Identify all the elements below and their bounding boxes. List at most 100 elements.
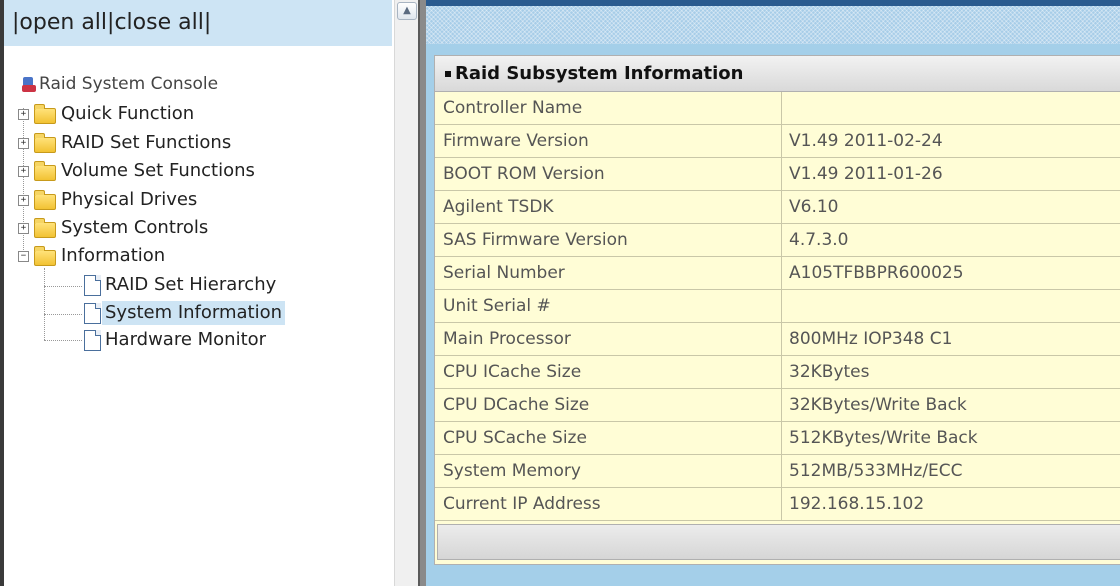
row-value: 4.7.3.0	[789, 230, 849, 250]
close-all-link[interactable]: close all	[114, 10, 203, 35]
tree-folder-volume-set-functions[interactable]: + Volume Set Functions	[18, 159, 258, 183]
frame-edge	[0, 0, 4, 586]
expand-plus-icon[interactable]: +	[18, 109, 29, 120]
row-value: 512KBytes/Write Back	[789, 428, 978, 448]
row-value: 192.168.15.102	[789, 494, 925, 514]
tree-connector	[44, 268, 45, 340]
panel-footer	[437, 524, 1120, 560]
folder-icon	[34, 218, 56, 238]
content-frame: Raid Subsystem Information Controller Na…	[426, 0, 1120, 586]
column-separator	[781, 92, 782, 124]
collapse-minus-icon[interactable]: −	[18, 251, 29, 262]
bullet-icon	[445, 71, 451, 77]
table-row: SAS Firmware Version 4.7.3.0	[435, 224, 1120, 257]
tree-item-raid-set-hierarchy[interactable]: RAID Set Hierarchy	[82, 273, 279, 297]
table-row: CPU DCache Size 32KBytes/Write Back	[435, 389, 1120, 422]
row-value: 32KBytes/Write Back	[789, 395, 967, 415]
raid-console-icon	[22, 77, 36, 93]
row-key: Main Processor	[443, 329, 571, 349]
column-separator	[781, 257, 782, 289]
tree-root[interactable]: Raid System Console	[18, 72, 221, 96]
tree-item-label: System Information	[102, 301, 286, 325]
tree-folder-label: Information	[61, 245, 166, 266]
tree-item-system-information[interactable]: System Information	[82, 301, 286, 325]
raid-subsystem-info-panel: Raid Subsystem Information Controller Na…	[434, 55, 1120, 565]
expand-plus-icon[interactable]: +	[18, 195, 29, 206]
column-separator	[781, 323, 782, 355]
tree-item-hardware-monitor[interactable]: Hardware Monitor	[82, 328, 269, 352]
separator: |	[203, 10, 212, 35]
tree-root-label: Raid System Console	[39, 74, 219, 94]
column-separator	[781, 191, 782, 223]
table-row: BOOT ROM Version V1.49 2011-01-26	[435, 158, 1120, 191]
panel-title-text: Raid Subsystem Information	[455, 63, 744, 84]
table-row: Current IP Address 192.168.15.102	[435, 488, 1120, 521]
tree-folder-label: Physical Drives	[61, 189, 198, 210]
tree-folder-quick-function[interactable]: + Quick Function	[18, 102, 197, 126]
tree-item-label: Hardware Monitor	[105, 329, 267, 350]
table-row: Agilent TSDK V6.10	[435, 191, 1120, 224]
folder-icon	[34, 190, 56, 210]
frame-divider[interactable]	[418, 0, 426, 586]
tree-folder-label: System Controls	[61, 217, 209, 238]
navigation-frame: |open all|close all| ▲ Raid System Conso…	[0, 0, 419, 586]
tree-folder-physical-drives[interactable]: + Physical Drives	[18, 188, 200, 212]
row-value: 800MHz IOP348 C1	[789, 329, 953, 349]
vertical-scrollbar[interactable]: ▲	[394, 0, 419, 586]
tree-connector	[44, 286, 82, 287]
column-separator	[781, 422, 782, 454]
page-icon	[84, 303, 101, 324]
table-row: Serial Number A105TFBBPR600025	[435, 257, 1120, 290]
table-row: Main Processor 800MHz IOP348 C1	[435, 323, 1120, 356]
column-separator	[781, 224, 782, 256]
row-key: CPU DCache Size	[443, 395, 590, 415]
open-close-bar: |open all|close all|	[4, 0, 392, 46]
row-key: SAS Firmware Version	[443, 230, 628, 250]
row-key: Unit Serial #	[443, 296, 551, 316]
row-key: Firmware Version	[443, 131, 589, 151]
tree-folder-label: RAID Set Functions	[61, 132, 232, 153]
tree-folder-system-controls[interactable]: + System Controls	[18, 216, 211, 240]
folder-icon	[34, 104, 56, 124]
row-key: Agilent TSDK	[443, 197, 554, 217]
expand-plus-icon[interactable]: +	[18, 166, 29, 177]
column-separator	[781, 125, 782, 157]
tree-folder-label: Volume Set Functions	[61, 160, 255, 181]
column-separator	[781, 290, 782, 322]
row-value: V1.49 2011-01-26	[789, 164, 943, 184]
row-key: CPU ICache Size	[443, 362, 582, 382]
row-key: Controller Name	[443, 98, 583, 118]
tree-item-label: RAID Set Hierarchy	[105, 274, 277, 295]
row-key: System Memory	[443, 461, 581, 481]
row-key: Serial Number	[443, 263, 565, 283]
table-row: Unit Serial #	[435, 290, 1120, 323]
row-value: 512MB/533MHz/ECC	[789, 461, 963, 481]
top-pattern-bar	[426, 0, 1120, 44]
tree-connector	[44, 314, 82, 315]
row-key: BOOT ROM Version	[443, 164, 605, 184]
table-row: Controller Name	[435, 92, 1120, 125]
row-value: A105TFBBPR600025	[789, 263, 964, 283]
tree-folder-raid-set-functions[interactable]: + RAID Set Functions	[18, 131, 234, 155]
column-separator	[781, 389, 782, 421]
tree-folder-label: Quick Function	[61, 103, 195, 124]
row-key: Current IP Address	[443, 494, 601, 514]
tree-folder-information[interactable]: − Information	[18, 244, 168, 268]
folder-icon	[34, 161, 56, 181]
table-row: System Memory 512MB/533MHz/ECC	[435, 455, 1120, 488]
row-key: CPU SCache Size	[443, 428, 587, 448]
table-row: Firmware Version V1.49 2011-02-24	[435, 125, 1120, 158]
panel-title: Raid Subsystem Information	[435, 56, 1120, 92]
column-separator	[781, 488, 782, 520]
row-value: V6.10	[789, 197, 839, 217]
table-row: CPU SCache Size 512KBytes/Write Back	[435, 422, 1120, 455]
page-icon	[84, 275, 101, 296]
expand-plus-icon[interactable]: +	[18, 223, 29, 234]
row-value: V1.49 2011-02-24	[789, 131, 943, 151]
table-row: CPU ICache Size 32KBytes	[435, 356, 1120, 389]
open-all-link[interactable]: open all	[19, 10, 107, 35]
column-separator	[781, 356, 782, 388]
scroll-up-arrow-icon[interactable]: ▲	[397, 2, 417, 20]
expand-plus-icon[interactable]: +	[18, 138, 29, 149]
tree-connector	[44, 340, 82, 341]
